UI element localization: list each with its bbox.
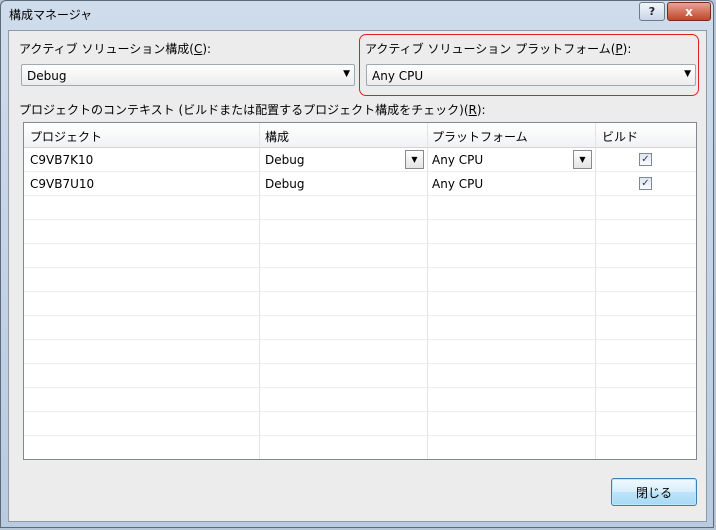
solution-platform-label: アクティブ ソリューション プラットフォーム(P):	[365, 42, 632, 56]
row-divider	[24, 171, 696, 172]
solution-config-combo[interactable]: Debug ▼	[21, 64, 355, 86]
close-button[interactable]: 閉じる	[611, 478, 697, 506]
project-context-grid[interactable]: プロジェクト 構成 プラットフォーム ビルド C9VB7K10 Debug ▼ …	[23, 122, 697, 460]
help-button[interactable]: ?	[639, 2, 665, 21]
row-project-name[interactable]: C9VB7U10	[30, 177, 94, 191]
row-project-name[interactable]: C9VB7K10	[30, 153, 93, 167]
window-title: 構成マネージャ	[9, 8, 93, 22]
header-config[interactable]: 構成	[265, 128, 289, 145]
row-divider	[24, 219, 696, 220]
platform-dropdown-button[interactable]: ▼	[573, 150, 592, 169]
build-checkbox[interactable]: ✓	[639, 153, 652, 166]
row-divider	[24, 291, 696, 292]
row-divider	[24, 339, 696, 340]
checkmark-icon: ✓	[641, 153, 650, 165]
title-bar[interactable]: 構成マネージャ ? x	[1, 1, 713, 25]
chevron-down-icon: ▼	[579, 155, 586, 164]
project-context-label: プロジェクトのコンテキスト (ビルドまたは配置するプロジェクト構成をチェック)(…	[19, 103, 486, 117]
solution-config-value: Debug	[27, 69, 67, 83]
chevron-down-icon: ▼	[684, 69, 691, 79]
row-platform-value[interactable]: Any CPU	[432, 177, 483, 191]
header-build[interactable]: ビルド	[602, 128, 638, 145]
row-divider	[24, 315, 696, 316]
row-divider	[24, 387, 696, 388]
chevron-down-icon: ▼	[343, 69, 350, 79]
close-icon: x	[685, 4, 693, 19]
chevron-down-icon: ▼	[411, 155, 418, 164]
row-divider	[24, 195, 696, 196]
row-divider	[24, 411, 696, 412]
dialog-client-area: アクティブ ソリューション構成(C): Debug ▼ アクティブ ソリューショ…	[8, 30, 707, 522]
close-window-button[interactable]: x	[667, 2, 711, 21]
header-project[interactable]: プロジェクト	[30, 128, 102, 145]
row-divider	[24, 435, 696, 436]
config-manager-window: 構成マネージャ ? x アクティブ ソリューション構成(C): Debug ▼ …	[0, 0, 714, 528]
row-config-value[interactable]: Debug	[265, 177, 304, 191]
row-config-value[interactable]: Debug	[265, 153, 304, 167]
close-button-label: 閉じる	[635, 485, 672, 500]
solution-config-label: アクティブ ソリューション構成(C):	[19, 42, 212, 56]
build-checkbox[interactable]: ✓	[639, 177, 652, 190]
row-platform-value[interactable]: Any CPU	[432, 153, 483, 167]
config-dropdown-button[interactable]: ▼	[405, 150, 424, 169]
help-icon: ?	[648, 5, 656, 18]
solution-platform-value: Any CPU	[372, 69, 424, 83]
row-divider	[24, 363, 696, 364]
row-divider	[24, 243, 696, 244]
checkmark-icon: ✓	[641, 177, 650, 189]
solution-platform-combo[interactable]: Any CPU ▼	[366, 64, 696, 86]
row-divider	[24, 267, 696, 268]
header-platform[interactable]: プラットフォーム	[432, 128, 528, 145]
